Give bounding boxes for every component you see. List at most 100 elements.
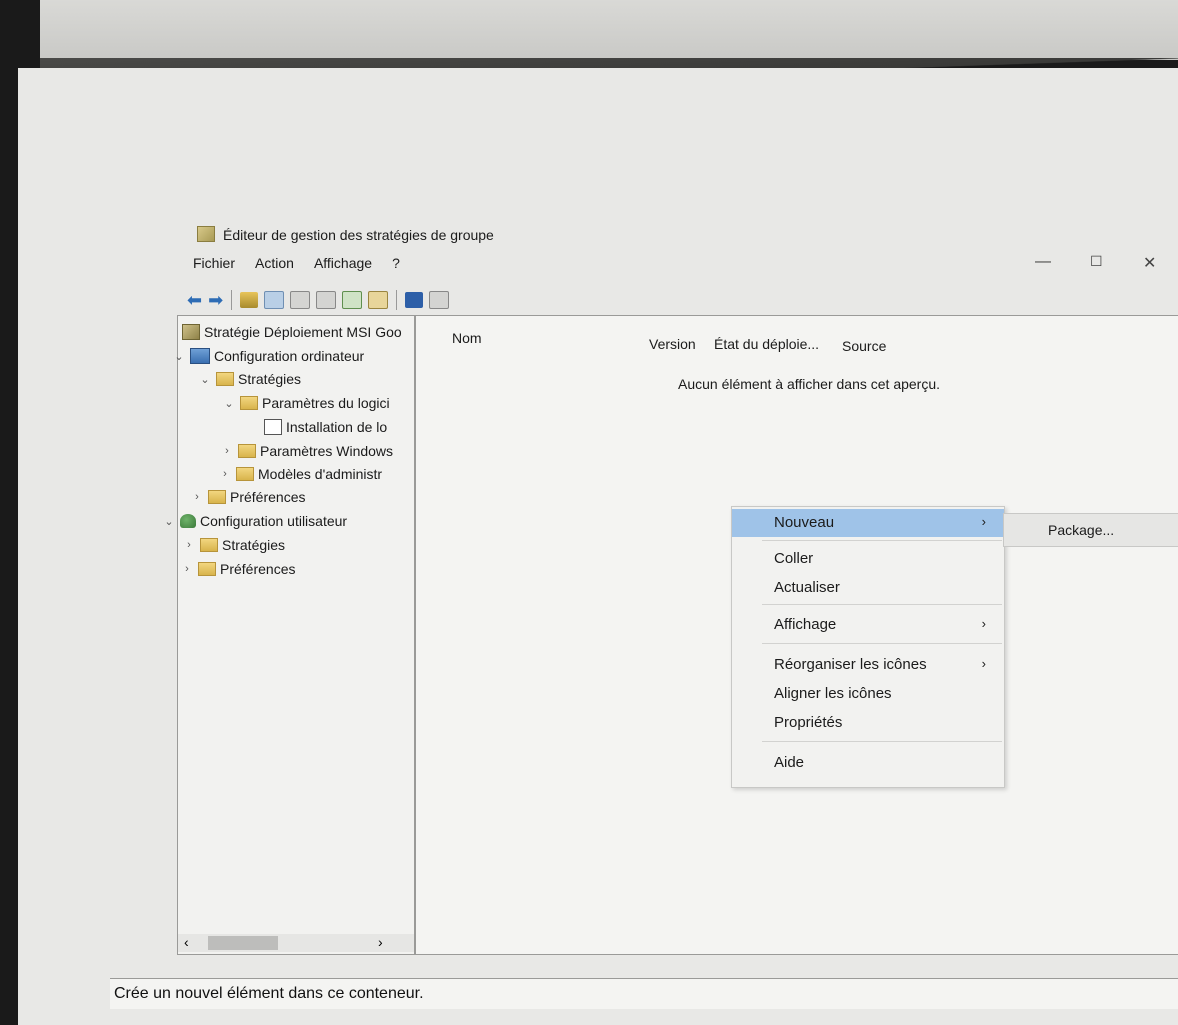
show-hide-tree-icon[interactable] (264, 291, 285, 309)
gpo-icon (182, 324, 200, 340)
menu-item-actualiser[interactable]: Actualiser (732, 574, 1004, 602)
refresh-icon[interactable] (342, 291, 363, 309)
column-header-deployment-state[interactable]: État du déploie... (714, 336, 819, 352)
user-icon (180, 514, 196, 528)
chevron-down-icon[interactable]: ⌄ (222, 397, 236, 410)
tree-item-user-preferences[interactable]: › Préférences (180, 561, 295, 577)
menu-item-label: Nouveau (774, 514, 835, 531)
submenu-arrow-icon: › (981, 514, 986, 529)
tree-item-user-strategies[interactable]: › Stratégies (182, 537, 285, 553)
tree-item-label: Stratégies (238, 371, 302, 387)
tree-item-strategies[interactable]: ⌄ Stratégies (198, 371, 301, 387)
scroll-left-icon[interactable]: ‹ (184, 934, 189, 950)
view-icon[interactable] (429, 291, 450, 309)
tree-item-label: Paramètres Windows (260, 443, 394, 459)
folder-icon (208, 490, 226, 504)
tree-item-label: Paramètres du logici (262, 395, 390, 411)
menu-separator (762, 643, 1002, 644)
tree-item-user-config[interactable]: ⌄ Configuration utilisateur (162, 513, 347, 529)
up-folder-icon[interactable] (240, 292, 259, 308)
tree-item-label: Stratégie Déploiement MSI Goo (204, 324, 402, 340)
scroll-right-icon[interactable]: › (378, 934, 383, 950)
menu-item-proprietes[interactable]: Propriétés (732, 709, 1004, 737)
menu-item-nouveau[interactable]: Nouveau › (732, 509, 1004, 537)
toolbar-separator (231, 290, 233, 310)
export-list-icon[interactable] (368, 291, 389, 309)
tree-item-software-installation[interactable]: Installation de lo (264, 419, 387, 435)
column-header-source[interactable]: Source (842, 338, 886, 354)
horizontal-scrollbar[interactable]: ‹ › (178, 934, 414, 952)
menu-item-label: Aligner les icônes (774, 685, 892, 702)
menu-item-affichage[interactable]: Affichage › (732, 611, 1004, 639)
chevron-down-icon[interactable]: ⌄ (172, 350, 186, 363)
menu-separator (762, 741, 1002, 742)
submenu-item-package[interactable]: Package... (1048, 522, 1114, 538)
menu-item-reorganiser[interactable]: Réorganiser les icônes › (732, 651, 1004, 679)
folder-icon (240, 396, 258, 410)
chevron-right-icon[interactable]: › (220, 445, 234, 457)
tree-item-label: Configuration utilisateur (200, 513, 348, 529)
chevron-down-icon[interactable]: ⌄ (162, 515, 176, 528)
window-title: Éditeur de gestion des stratégies de gro… (223, 227, 494, 243)
tree-item-label: Préférences (220, 561, 296, 577)
help-icon[interactable] (405, 292, 424, 308)
toolbar: ⬅ ➡ (185, 285, 1178, 315)
folder-icon (200, 538, 218, 552)
tree-item-label: Installation de lo (286, 419, 388, 435)
tree-item-admin-templates[interactable]: › Modèles d'administr (218, 466, 382, 482)
minimize-button[interactable]: — (1035, 253, 1051, 271)
chevron-right-icon[interactable]: › (190, 491, 204, 503)
menu-fichier[interactable]: Fichier (193, 255, 235, 277)
menu-item-label: Réorganiser les icônes (774, 656, 927, 673)
menu-item-aligner[interactable]: Aligner les icônes (732, 680, 1004, 708)
column-header-name[interactable]: Nom (452, 330, 482, 346)
close-button[interactable]: ✕ (1143, 253, 1156, 273)
tree-pane: Stratégie Déploiement MSI Goo ⌄ Configur… (164, 315, 415, 955)
monitor-bezel-top (40, 0, 1178, 60)
title-bar: Éditeur de gestion des stratégies de gro… (185, 215, 1178, 272)
context-menu: Nouveau › Coller Actualiser Affichage › … (731, 506, 1005, 788)
copy-icon[interactable] (290, 291, 311, 309)
chevron-right-icon[interactable]: › (180, 563, 194, 575)
folder-icon (236, 467, 254, 481)
menu-help[interactable]: ? (392, 255, 400, 277)
chevron-down-icon[interactable]: ⌄ (198, 373, 212, 386)
menu-item-coller[interactable]: Coller (732, 545, 1004, 573)
properties-icon[interactable] (316, 291, 337, 309)
computer-icon (190, 348, 210, 364)
tree-item-gpo[interactable]: Stratégie Déploiement MSI Goo (182, 324, 402, 340)
status-bar: Crée un nouvel élément dans ce conteneur… (110, 978, 1178, 1009)
menu-separator (762, 540, 1002, 541)
menu-affichage[interactable]: Affichage (314, 255, 372, 277)
tree-item-computer-config[interactable]: ⌄ Configuration ordinateur (172, 348, 364, 364)
gpme-window: Éditeur de gestion des stratégies de gro… (110, 215, 1178, 1025)
tree-item-windows-settings[interactable]: › Paramètres Windows (220, 443, 393, 459)
folder-icon (216, 372, 234, 386)
scroll-thumb[interactable] (208, 936, 278, 950)
status-text: Crée un nouvel élément dans ce conteneur… (114, 985, 424, 1002)
install-icon (264, 419, 282, 435)
tree-item-label: Configuration ordinateur (214, 348, 365, 364)
menu-item-label: Propriétés (774, 714, 843, 731)
forward-arrow-icon[interactable]: ➡ (208, 291, 223, 309)
tree-item-label: Stratégies (222, 537, 286, 553)
folder-icon (198, 562, 216, 576)
menu-action[interactable]: Action (255, 255, 294, 277)
column-header-version[interactable]: Version (649, 336, 696, 352)
list-pane: Nom Version État du déploie... Source Au… (415, 315, 1178, 955)
tree-item-label: Modèles d'administr (258, 466, 383, 482)
folder-icon (238, 444, 256, 458)
chevron-right-icon[interactable]: › (182, 539, 196, 551)
tree-item-preferences[interactable]: › Préférences (190, 489, 305, 505)
tree-item-software-settings[interactable]: ⌄ Paramètres du logici (222, 395, 390, 411)
gpo-editor-icon (197, 226, 215, 242)
maximize-button[interactable]: ☐ (1090, 253, 1103, 270)
back-arrow-icon[interactable]: ⬅ (187, 291, 202, 309)
submenu-arrow-icon: › (981, 616, 986, 631)
menu-item-aide[interactable]: Aide (732, 749, 1004, 777)
menu-item-label: Coller (774, 550, 814, 567)
menu-item-label: Aide (774, 754, 805, 771)
chevron-right-icon[interactable]: › (218, 468, 232, 480)
menu-bar: Fichier Action Affichage ? (193, 255, 400, 277)
submenu-arrow-icon: › (981, 656, 986, 671)
